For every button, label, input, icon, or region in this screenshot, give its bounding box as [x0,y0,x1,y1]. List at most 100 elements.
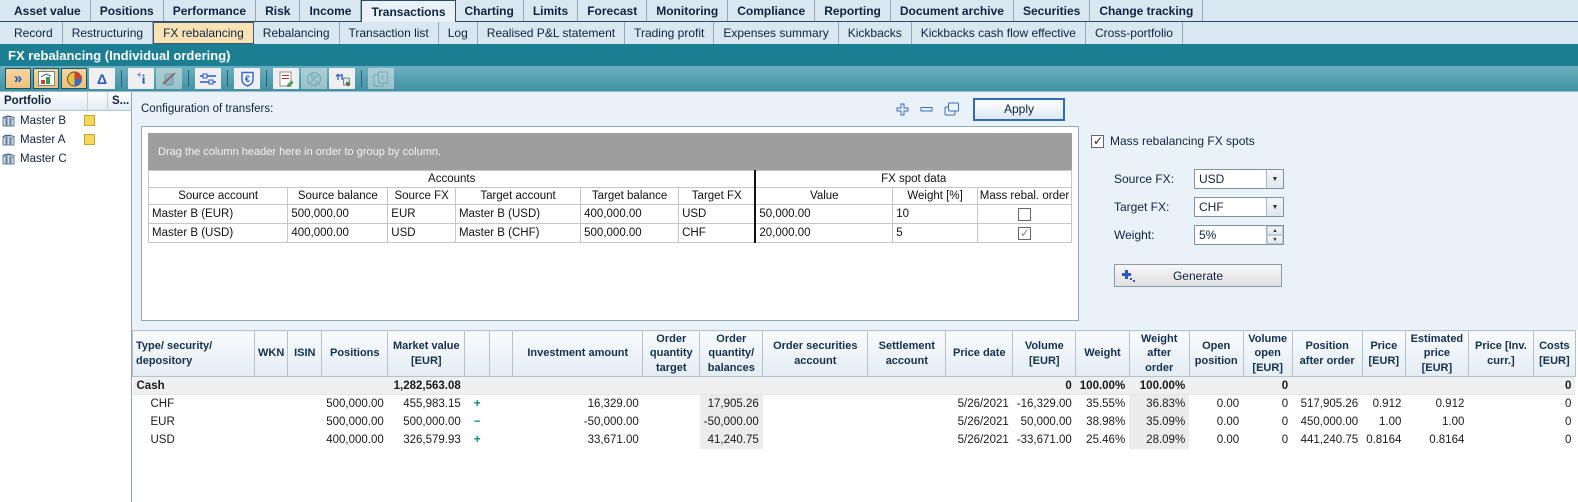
cell-target-balance[interactable]: 500,000.00 [581,224,679,243]
subtab-record[interactable]: Record [5,22,63,44]
copy-euro-icon[interactable]: € [368,68,394,89]
decrease-icon[interactable]: − [465,413,490,431]
delete-icon[interactable] [156,68,182,89]
subtab-rebalancing[interactable]: Rebalancing [254,22,340,44]
column-header-target-account[interactable]: Target account [455,188,580,205]
portfolio-column-header[interactable]: Portfolio [0,92,88,110]
transfer-row[interactable]: Master B (EUR)500,000.00EURMaster B (USD… [149,205,1072,224]
column-header-open-position[interactable]: Open position [1189,331,1243,377]
cell-target-fx[interactable]: CHF [679,224,756,243]
column-header-positions[interactable]: Positions [322,331,388,377]
tab-securities[interactable]: Securities [1014,0,1090,21]
apply-button[interactable]: Apply [973,98,1065,121]
source-fx-select[interactable]: USD ▼ [1194,169,1284,189]
tab-monitoring[interactable]: Monitoring [647,0,728,21]
target-fx-select[interactable]: CHF ▼ [1194,197,1284,217]
column-header-weight-after-order[interactable]: Weight after order [1129,331,1189,377]
spin-down-icon[interactable]: ▼ [1267,235,1283,244]
column-header-costs-eur[interactable]: Costs [EUR] [1533,331,1575,377]
mass-rebalancing-checkbox[interactable] [1091,135,1104,148]
cell-source-fx[interactable]: USD [388,224,456,243]
column-header-target-balance[interactable]: Target balance [581,188,679,205]
column-header-price-date[interactable]: Price date [946,331,1013,377]
mass-rebal-order-checkbox[interactable] [1018,227,1031,240]
column-header-price-eur[interactable]: Price [EUR] [1362,331,1405,377]
tab-reporting[interactable]: Reporting [815,0,891,21]
update-prices-icon[interactable] [329,68,355,89]
column-header-order-securities-account[interactable]: Order securities account [763,331,868,377]
tab-income[interactable]: Income [300,0,361,21]
column-header-type-security-depository[interactable]: Type/ security/ depository [133,331,255,377]
column-header-target-fx[interactable]: Target FX [679,188,756,205]
subtab-fx-rebalancing[interactable]: FX rebalancing [153,22,254,44]
euro-shield-icon[interactable]: € [234,68,260,89]
column-header-wkn[interactable]: WKN [255,331,288,377]
add-info-icon[interactable]: +i [128,68,154,89]
subtab-kickbacks-cash-flow-effective[interactable]: Kickbacks cash flow effective [912,22,1086,44]
sidebar-item-master-b[interactable]: Master B [0,111,131,130]
cell-source-balance[interactable]: 500,000.00 [288,205,388,224]
cell-source-account[interactable]: Master B (USD) [149,224,288,243]
tab-change-tracking[interactable]: Change tracking [1090,0,1203,21]
tab-document-archive[interactable]: Document archive [891,0,1014,21]
column-header-source-account[interactable]: Source account [149,188,288,205]
subtab-transaction-list[interactable]: Transaction list [340,22,439,44]
tab-risk[interactable]: Risk [256,0,300,21]
report-icon[interactable] [273,68,299,89]
group-row-cash[interactable]: Cash1,282,563.080100.00%100.00%00 [133,377,1576,395]
column-header-order-quantity-balances[interactable]: Order quantity/ balances [700,331,763,377]
position-row-usd[interactable]: USD400,000.00326,579.93+33,671.0041,240.… [133,431,1576,449]
column-header-isin[interactable]: ISIN [288,331,322,377]
cell-target-fx[interactable]: USD [679,205,756,224]
subtab-cross-portfolio[interactable]: Cross-portfolio [1086,22,1183,44]
increase-icon[interactable]: + [465,431,490,449]
spin-up-icon[interactable]: ▲ [1267,226,1283,235]
subtab-trading-profit[interactable]: Trading profit [625,22,714,44]
buy-sell-icon[interactable]: BS [301,68,327,89]
column-header-estimated-price-eur[interactable]: Estimated price [EUR] [1405,331,1468,377]
column-header-weight[interactable]: Weight [%] [893,188,978,205]
cell-target-account[interactable]: Master B (USD) [455,205,580,224]
cell-weight[interactable]: 10 [893,205,978,224]
status-column-header[interactable]: S... [108,92,131,110]
column-header-mass-rebal-order[interactable]: Mass rebal. order [978,188,1072,205]
copy-icon[interactable] [944,102,960,116]
sidebar-item-master-c[interactable]: Master C [0,149,131,168]
chevron-down-icon[interactable]: ▼ [1266,198,1283,216]
tab-performance[interactable]: Performance [164,0,256,21]
tab-positions[interactable]: Positions [91,0,164,21]
column-header-market-value-eur[interactable]: Market value [EUR] [388,331,465,377]
tab-compliance[interactable]: Compliance [728,0,815,21]
weight-stepper[interactable]: 5% ▲ ▼ [1194,225,1284,245]
subtab-log[interactable]: Log [439,22,478,44]
subtab-restructuring[interactable]: Restructuring [63,22,153,44]
cell-target-account[interactable]: Master B (CHF) [455,224,580,243]
sliders-icon[interactable] [195,68,221,89]
group-by-drop-zone[interactable]: Drag the column header here in order to … [148,133,1072,170]
column-header-blank-5[interactable] [465,331,490,377]
pie-chart-icon[interactable] [61,68,87,89]
cell-value[interactable]: 50,000.00 [755,205,892,224]
expand-icon[interactable]: » [5,68,31,89]
subtab-realised-p-l-statement[interactable]: Realised P&L statement [478,22,625,44]
column-header-weight[interactable]: Weight [1076,331,1129,377]
column-header-settlement-account[interactable]: Settlement account [868,331,946,377]
add-row-icon[interactable] [896,103,909,116]
column-header-order-quantity-target[interactable]: Order quantity target [643,331,700,377]
column-header-volume-open-eur[interactable]: Volume open [EUR] [1243,331,1292,377]
sidebar-item-master-a[interactable]: Master A [0,130,131,149]
tab-forecast[interactable]: Forecast [578,0,647,21]
tab-charting[interactable]: Charting [456,0,524,21]
column-header-blank-6[interactable] [490,331,513,377]
column-header-price-inv-curr[interactable]: Price [Inv. curr.] [1468,331,1533,377]
position-row-eur[interactable]: EUR500,000.00500,000.00−-50,000.00-50,00… [133,413,1576,431]
flag-column-header[interactable] [88,92,108,110]
cell-source-fx[interactable]: EUR [388,205,456,224]
column-header-source-balance[interactable]: Source balance [288,188,388,205]
column-header-investment-amount[interactable]: Investment amount [513,331,643,377]
subtab-kickbacks[interactable]: Kickbacks [839,22,912,44]
column-header-volume-eur[interactable]: Volume [EUR] [1013,331,1076,377]
subtab-expenses-summary[interactable]: Expenses summary [714,22,838,44]
position-row-chf[interactable]: CHF500,000.00455,983.15+16,329.0017,905.… [133,395,1576,413]
cell-weight[interactable]: 5 [893,224,978,243]
